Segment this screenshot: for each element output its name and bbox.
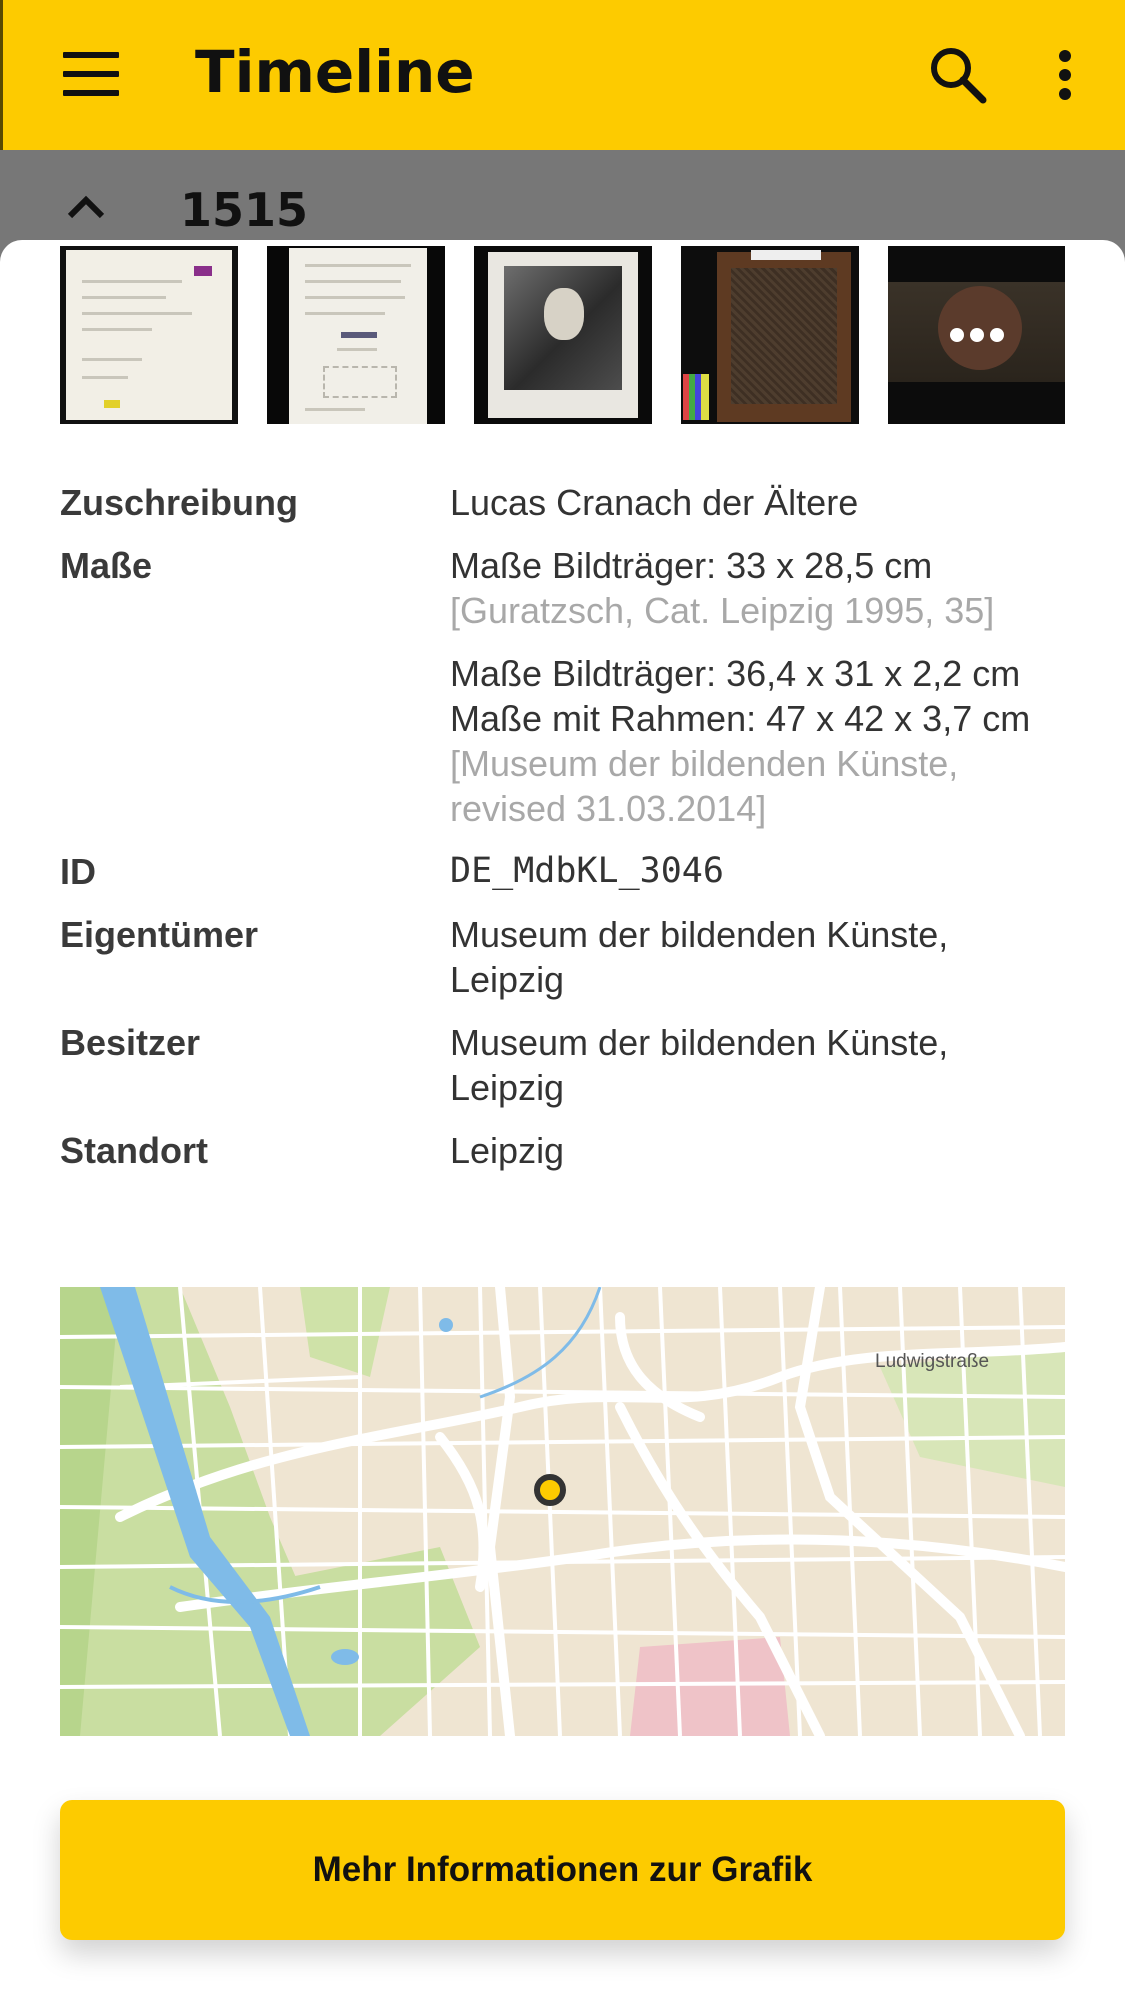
- holder-line: Leipzig: [450, 1067, 565, 1108]
- id-label: ID: [60, 851, 96, 892]
- owner-row: Eigentümer Museum der bildenden Künste, …: [60, 912, 1065, 1002]
- attribution-row: Zuschreibung Lucas Cranach der Ältere: [60, 480, 1065, 525]
- id-value: DE_MdbKL_3046: [450, 851, 724, 891]
- map-canvas: Ludwigstraße: [60, 1287, 1065, 1736]
- panel-back-thumbnail[interactable]: [681, 246, 859, 424]
- location-map[interactable]: Ludwigstraße: [60, 1287, 1065, 1736]
- holder-value: Museum der bildenden Künste, Leipzig: [450, 1020, 1065, 1110]
- document-sheet-thumbnail[interactable]: [267, 246, 445, 424]
- chevron-up-icon[interactable]: [66, 192, 106, 222]
- owner-label: Eigentümer: [60, 914, 259, 955]
- owner-value: Museum der bildenden Künste, Leipzig: [450, 912, 1065, 1002]
- dimension-reference: [Museum der bildenden Künste,: [450, 743, 959, 784]
- portrait-print-thumbnail[interactable]: [474, 246, 652, 424]
- street-label: Ludwigstraße: [875, 1351, 989, 1372]
- dimension-line: Maße Bildträger: 36,4 x 31 x 2,2 cm: [450, 653, 1021, 694]
- search-icon[interactable]: [927, 44, 989, 106]
- dimension-line: Maße Bildträger: 33 x 28,5 cm: [450, 545, 933, 586]
- holder-label: Besitzer: [60, 1022, 201, 1063]
- dimensions-label: Maße: [60, 545, 153, 586]
- dimension-reference: [Guratzsch, Cat. Leipzig 1995, 35]: [450, 590, 995, 631]
- more-vert-icon[interactable]: [1043, 44, 1087, 106]
- attribution-value: Lucas Cranach der Ältere: [450, 482, 859, 523]
- holder-line: Museum der bildenden Künste,: [450, 1022, 949, 1063]
- seal-detail-thumbnail[interactable]: [888, 246, 1065, 424]
- app-bar: Timeline: [0, 0, 1125, 150]
- year-heading: 1515: [180, 183, 309, 237]
- dimension-reference: revised 31.03.2014]: [450, 788, 767, 829]
- more-info-button[interactable]: Mehr Informationen zur Grafik: [60, 1800, 1065, 1940]
- dimmed-backdrop: [0, 150, 1125, 240]
- location-label: Standort: [60, 1130, 208, 1171]
- more-horiz-icon: [888, 246, 1065, 424]
- owner-line: Leipzig: [450, 959, 565, 1000]
- hamburger-menu-icon[interactable]: [63, 52, 119, 96]
- image-strip[interactable]: [60, 246, 1065, 424]
- dimension-line: Maße mit Rahmen: 47 x 42 x 3,7 cm: [450, 698, 1031, 739]
- dimensions-row: Maße Maße Bildträger: 33 x 28,5 cm [Gura…: [60, 543, 1065, 831]
- location-pin-icon[interactable]: [534, 1474, 566, 1506]
- dimensions-value: Maße Bildträger: 33 x 28,5 cm [Guratzsch…: [450, 543, 1065, 831]
- inscription-sheet-thumbnail[interactable]: [60, 246, 238, 424]
- object-details: Zuschreibung Lucas Cranach der Ältere Ma…: [60, 480, 1065, 1191]
- holder-row: Besitzer Museum der bildenden Künste, Le…: [60, 1020, 1065, 1110]
- app-title: Timeline: [195, 38, 475, 106]
- owner-line: Museum der bildenden Künste,: [450, 914, 949, 955]
- location-value: Leipzig: [450, 1130, 565, 1171]
- id-row: ID DE_MdbKL_3046: [60, 849, 1065, 894]
- attribution-label: Zuschreibung: [60, 482, 299, 523]
- location-row: Standort Leipzig: [60, 1128, 1065, 1173]
